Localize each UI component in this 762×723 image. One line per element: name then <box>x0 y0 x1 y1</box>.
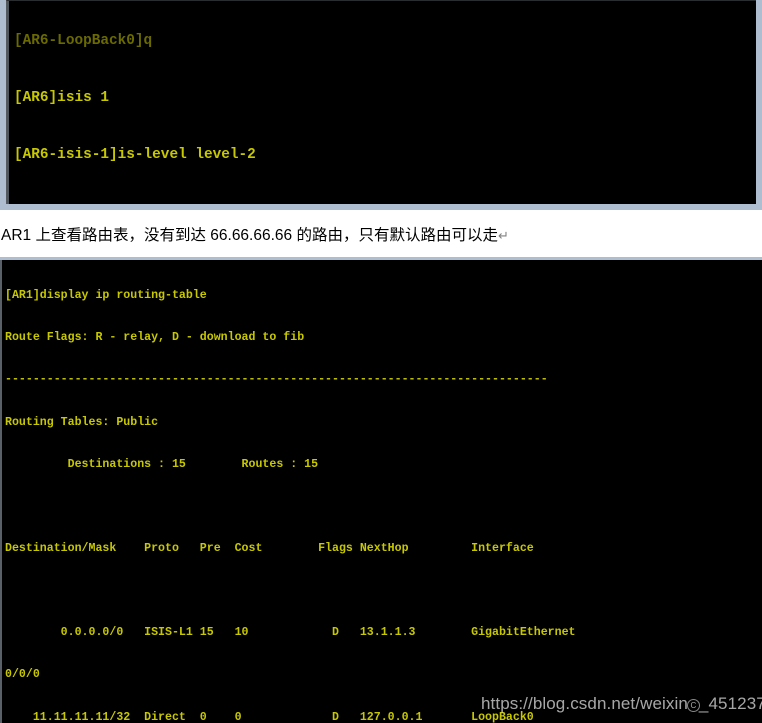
terminal-line: [AR6]isis 1 <box>14 90 109 106</box>
terminal-ar1-output: [AR1]display ip routing-table Route Flag… <box>5 261 576 723</box>
terminal-line: [AR6-isis-1]network-entity 49.0002.0000.… <box>14 203 463 204</box>
terminal-window-ar1: [AR1]display ip routing-table Route Flag… <box>0 257 762 723</box>
caption-text: AR1 上查看路由表，没有到达 66.66.66.66 的路由，只有默认路由可以… <box>1 226 498 244</box>
route-flags-line: Route Flags: R - relay, D - download to … <box>5 331 305 345</box>
terminal-line: [AR6-isis-1]is-level level-2 <box>14 147 256 163</box>
table-row: 0.0.0.0/0 ISIS-L1 15 10 D 13.1.1.3 Gigab… <box>5 626 576 640</box>
table-row-continuation: 0/0/0 <box>5 668 40 682</box>
terminal-ar6-output: [AR6-LoopBack0]q [AR6]isis 1 [AR6-isis-1… <box>14 1 463 204</box>
terminal-line: [AR6-LoopBack0]q <box>14 33 153 49</box>
separator-line: ----------------------------------------… <box>5 373 548 387</box>
paragraph-mark-icon: ↵ <box>497 227 509 243</box>
table-row: 11.11.11.11/32 Direct 0 0 D 127.0.0.1 Lo… <box>5 710 534 723</box>
caption-line: AR1 上查看路由表，没有到达 66.66.66.66 的路由，只有默认路由可以… <box>0 223 509 245</box>
terminal-ar6-screen[interactable]: [AR6-LoopBack0]q [AR6]isis 1 [AR6-isis-1… <box>6 0 756 204</box>
terminal-command-line: [AR1]display ip routing-table <box>5 289 207 303</box>
document-caption: AR1 上查看路由表，没有到达 66.66.66.66 的路由，只有默认路由可以… <box>0 210 762 257</box>
routing-tables-label: Routing Tables: Public <box>5 415 159 429</box>
terminal-window-ar6: [AR6-LoopBack0]q [AR6]isis 1 [AR6-isis-1… <box>0 0 762 210</box>
terminal-ar1-screen[interactable]: [AR1]display ip routing-table Route Flag… <box>0 260 762 723</box>
table-header-row: Destination/Mask Proto Pre Cost Flags Ne… <box>5 541 534 555</box>
destinations-routes-counts: Destinations : 15 Routes : 15 <box>5 457 319 471</box>
screenshot-page: [AR6-LoopBack0]q [AR6]isis 1 [AR6-isis-1… <box>0 0 762 723</box>
